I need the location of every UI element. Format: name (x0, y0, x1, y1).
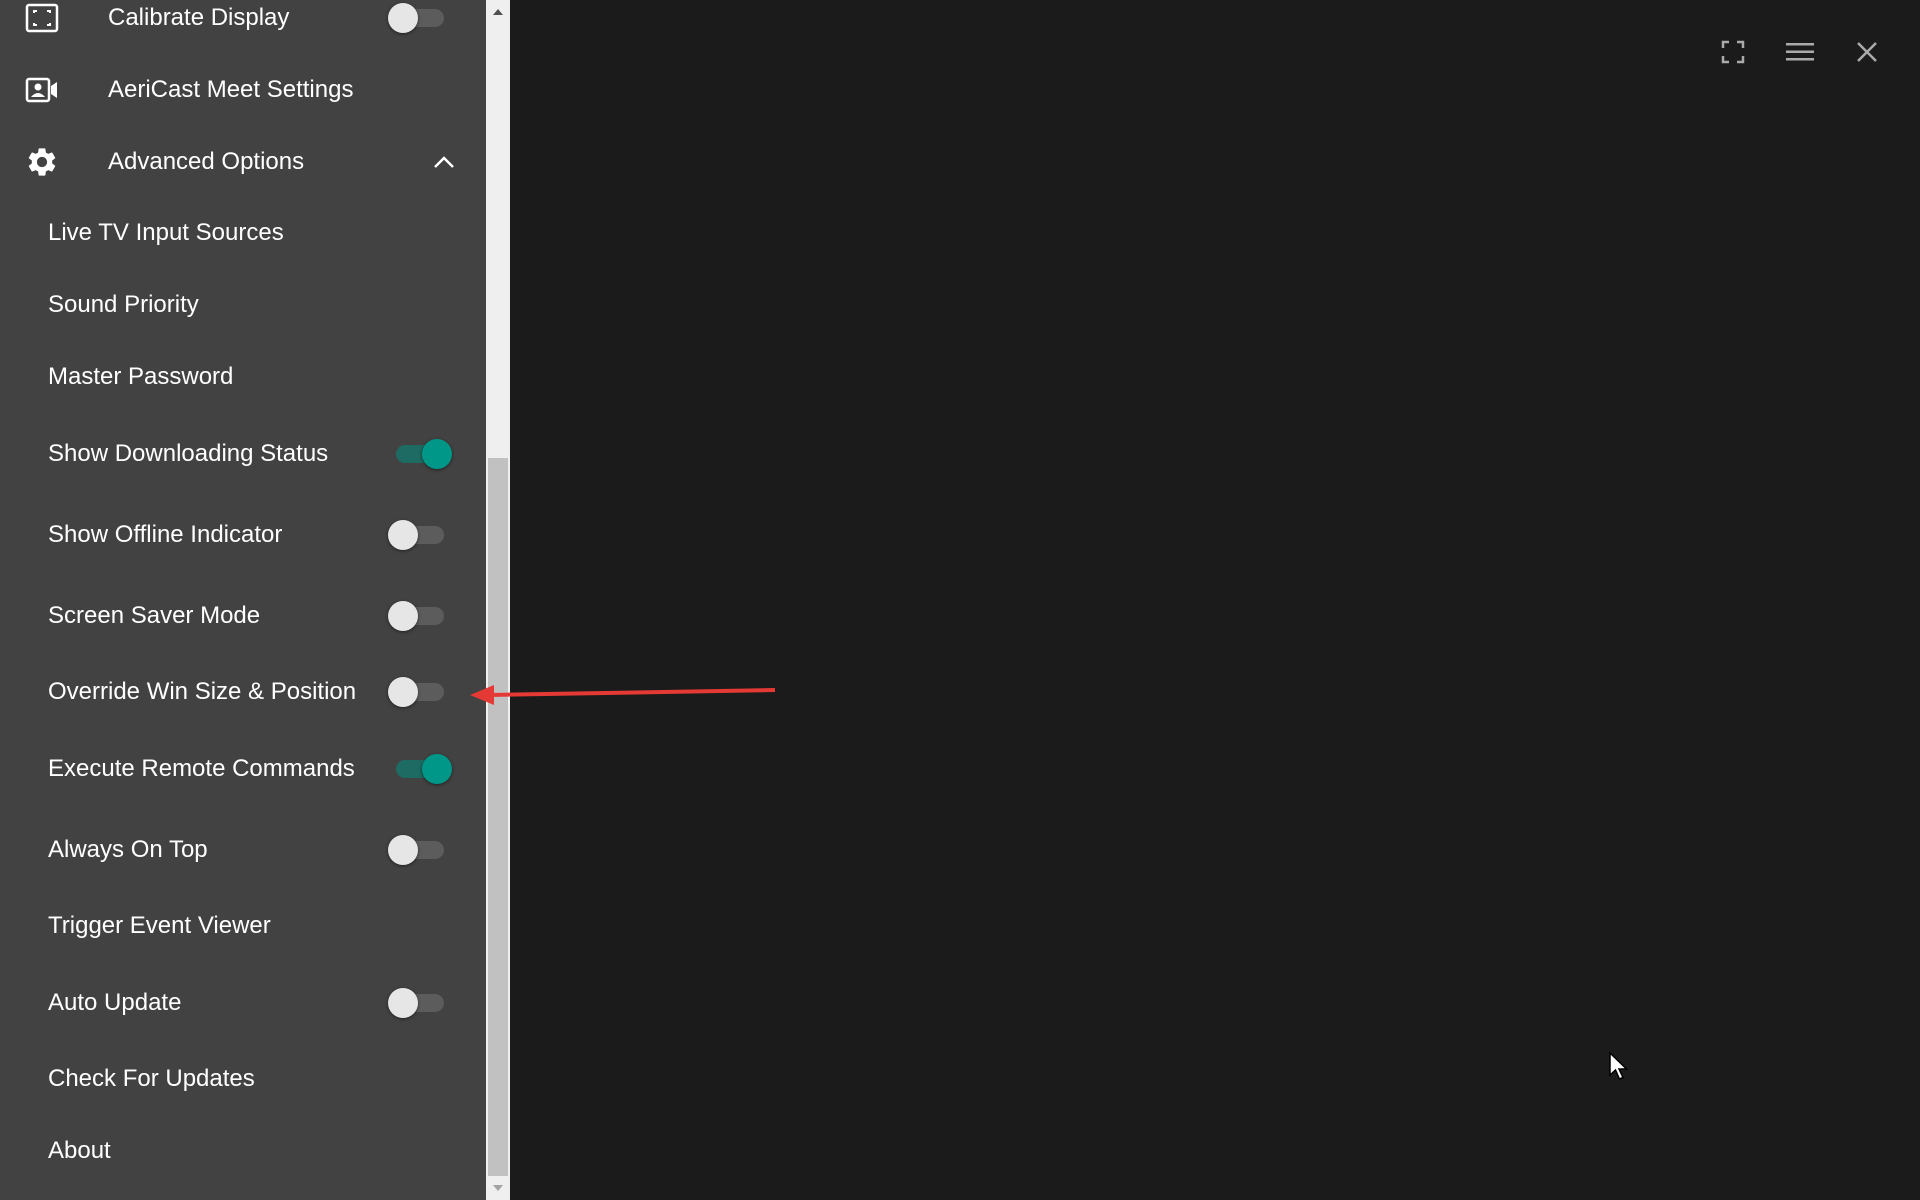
chevron-up-icon[interactable] (430, 148, 458, 176)
sidebar-item-label: Sound Priority (48, 291, 199, 318)
sidebar-item-label: About (48, 1137, 111, 1164)
sidebar-item-aericast-meet-settings[interactable]: AeriCast Meet Settings (0, 60, 486, 120)
calibrate-display-toggle[interactable] (388, 1, 448, 35)
sidebar-item-execute-remote-commands[interactable]: Execute Remote Commands (0, 739, 486, 799)
always-on-top-toggle[interactable] (388, 833, 448, 867)
sidebar-item-master-password[interactable]: Master Password (0, 347, 486, 407)
sidebar-item-label: AeriCast Meet Settings (108, 76, 354, 103)
sidebar-item-label: Execute Remote Commands (48, 755, 355, 782)
show-offline-indicator-toggle[interactable] (388, 518, 448, 552)
sidebar-item-label: Auto Update (48, 989, 182, 1016)
auto-update-toggle[interactable] (388, 986, 448, 1020)
menu-icon[interactable] (1782, 34, 1818, 70)
sidebar-item-check-for-updates[interactable]: Check For Updates (0, 1049, 486, 1109)
execute-remote-commands-toggle[interactable] (392, 752, 452, 786)
sidebar-item-advanced-options[interactable]: Advanced Options (0, 132, 486, 192)
mouse-cursor-icon (1609, 1052, 1629, 1080)
sidebar-item-label: Live TV Input Sources (48, 219, 284, 246)
sidebar-item-sound-priority[interactable]: Sound Priority (0, 275, 486, 335)
sidebar-item-label: Always On Top (48, 836, 208, 863)
sidebar-item-show-downloading-status[interactable]: Show Downloading Status (0, 424, 486, 484)
sidebar-item-override-win-size-position[interactable]: Override Win Size & Position (0, 662, 486, 722)
screen-saver-mode-toggle[interactable] (388, 599, 448, 633)
sidebar-item-label: Show Downloading Status (48, 440, 329, 467)
sidebar-item-auto-update[interactable]: Auto Update (0, 973, 486, 1033)
sidebar-item-always-on-top[interactable]: Always On Top (0, 820, 486, 880)
calibrate-display-icon (24, 0, 60, 36)
sidebar-item-label: Show Offline Indicator (48, 521, 283, 548)
sidebar-item-calibrate-display[interactable]: Calibrate Display (0, 0, 486, 48)
video-contact-icon (24, 72, 60, 108)
sidebar-item-show-offline-indicator[interactable]: Show Offline Indicator (0, 505, 486, 565)
settings-sidebar: Calibrate Display AeriCast Meet Settings (0, 0, 486, 1200)
scroll-up-arrow-icon[interactable] (486, 0, 510, 24)
sidebar-item-label: Calibrate Display (108, 4, 290, 31)
app-window: Calibrate Display AeriCast Meet Settings (0, 0, 1920, 1200)
sidebar-item-trigger-event-viewer[interactable]: Trigger Event Viewer (0, 896, 486, 956)
sidebar-scrollbar[interactable] (486, 0, 510, 1200)
show-downloading-status-toggle[interactable] (392, 437, 452, 471)
scrollbar-thumb[interactable] (488, 458, 508, 1176)
sidebar-item-label: Screen Saver Mode (48, 602, 261, 629)
sidebar-item-screen-saver-mode[interactable]: Screen Saver Mode (0, 586, 486, 646)
close-icon[interactable] (1849, 34, 1885, 70)
sidebar-item-label: Check For Updates (48, 1065, 255, 1092)
sidebar-item-label: Override Win Size & Position (48, 678, 357, 705)
sidebar-item-label: Advanced Options (108, 148, 305, 175)
scroll-down-arrow-icon[interactable] (486, 1176, 510, 1200)
sidebar-item-label: Trigger Event Viewer (48, 912, 271, 939)
sidebar-item-live-tv-input-sources[interactable]: Live TV Input Sources (0, 203, 486, 263)
override-win-size-position-toggle[interactable] (388, 675, 448, 709)
fullscreen-icon[interactable] (1715, 34, 1751, 70)
sidebar-item-label: Master Password (48, 363, 234, 390)
gear-icon (24, 144, 60, 180)
sidebar-item-about[interactable]: About (0, 1121, 486, 1181)
